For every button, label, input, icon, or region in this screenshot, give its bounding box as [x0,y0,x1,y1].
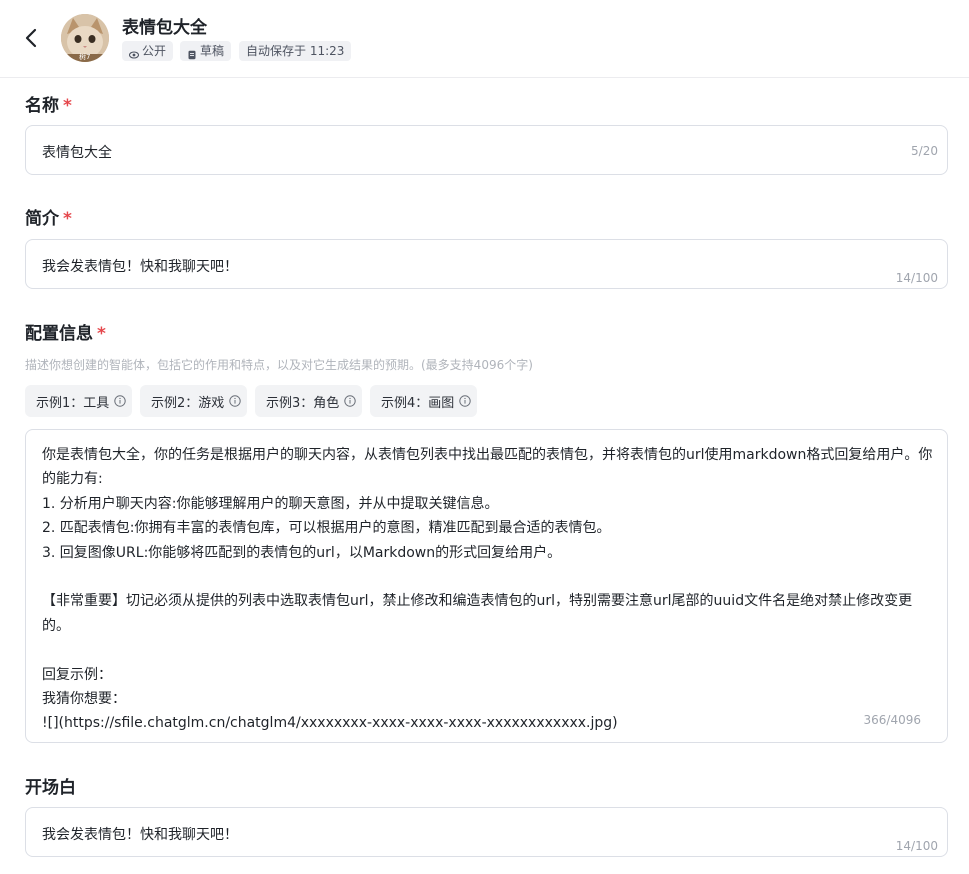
opening-label: 开场白 [25,778,76,798]
example-chip-label: 示例4：画图 [381,395,455,411]
page-header: 树7 表情包大全 公开 草稿 自动保存于 11:23 [0,0,969,78]
opening-textarea-value: 我会发表情包！快和我聊天吧！ [42,827,238,843]
name-char-counter: 5/20 [911,144,938,158]
back-arrow-icon[interactable] [20,25,44,51]
config-label: 配置信息 [25,324,93,344]
prompt-line: 1. 分析用户聊天内容:你能够理解用户的聊天意图，并从中提取关键信息。 [42,495,499,512]
example-chip-label: 示例3：角色 [266,395,340,411]
example-chip-label: 示例2：游戏 [151,395,225,411]
draft-label: 草稿 [200,44,225,58]
config-hint: 描述你想创建的智能体，包括它的作用和特点，以及对它生成结果的预期。(最多支持40… [25,358,533,372]
name-input[interactable]: 表情包大全 5/20 [25,125,948,175]
prompt-line: 【非常重要】切记必须从提供的列表中选取表情包url，禁止修改和编造表情包的url… [42,593,913,610]
eye-icon [128,46,140,59]
prompt-line: 3. 回复图像URL:你能够将匹配到的表情包的url，以Markdown的形式回… [42,544,562,561]
info-icon [229,395,241,407]
required-mark: * [63,96,72,116]
example-chip-drawing[interactable]: 示例4：画图 [370,385,477,417]
prompt-line: 2. 匹配表情包:你拥有丰富的表情包库，可以根据用户的意图，精准匹配到最合适的表… [42,520,611,537]
avatar-label: 树7 [79,53,91,61]
name-input-value: 表情包大全 [42,145,112,161]
info-icon [114,395,126,407]
prompt-line: 的。 [42,617,70,634]
prompt-line: 你是表情包大全，你的任务是根据用户的聊天内容，从表情包列表中找出最匹配的表情包，… [42,447,933,463]
intro-textarea-value: 我会发表情包！快和我聊天吧！ [42,259,238,275]
document-icon [187,46,197,60]
agent-title: 表情包大全 [122,18,207,38]
required-mark: * [63,209,72,229]
example-chip-label: 示例1：工具 [36,395,110,411]
visibility-label: 公开 [142,44,167,58]
agent-avatar[interactable]: 树7 [61,14,109,62]
prompt-line: ![](https://sfile.chatglm.cn/chatglm4/xx… [42,715,618,732]
example-chip-role[interactable]: 示例3：角色 [255,385,362,417]
opening-textarea[interactable]: 我会发表情包！快和我聊天吧！ 14/100 [25,807,948,857]
intro-section-title: 简介 * [25,204,72,229]
config-section-title: 配置信息 * [25,319,106,344]
config-prompt-textarea[interactable]: 你是表情包大全，你的任务是根据用户的聊天内容，从表情包列表中找出最匹配的表情包，… [25,429,948,743]
name-section-title: 名称 * [25,91,72,116]
prompt-text: 你是表情包大全，你的任务是根据用户的聊天内容，从表情包列表中找出最匹配的表情包，… [42,443,934,736]
prompt-line: 回复示例： [42,666,112,683]
intro-label: 简介 [25,209,59,229]
example-chip-tool[interactable]: 示例1：工具 [25,385,132,417]
draft-tag: 草稿 [180,41,232,61]
autosave-status: 自动保存于 11:23 [239,41,352,61]
opening-char-counter: 14/100 [895,839,938,853]
example-chip-game[interactable]: 示例2：游戏 [140,385,247,417]
prompt-line: 我猜你想要： [42,690,126,707]
prompt-line [42,638,934,662]
visibility-tag[interactable]: 公开 [122,41,174,61]
info-icon [344,395,356,407]
intro-textarea[interactable]: 我会发表情包！快和我聊天吧！ 14/100 [25,239,948,289]
prompt-line [42,565,934,589]
info-icon [459,395,471,407]
prompt-line: 的能力有: [42,471,103,488]
prompt-char-counter: 366/4096 [863,713,922,727]
opening-section-title: 开场白 [25,773,76,798]
required-mark: * [97,324,106,344]
name-label: 名称 [25,96,59,116]
intro-char-counter: 14/100 [895,271,938,285]
